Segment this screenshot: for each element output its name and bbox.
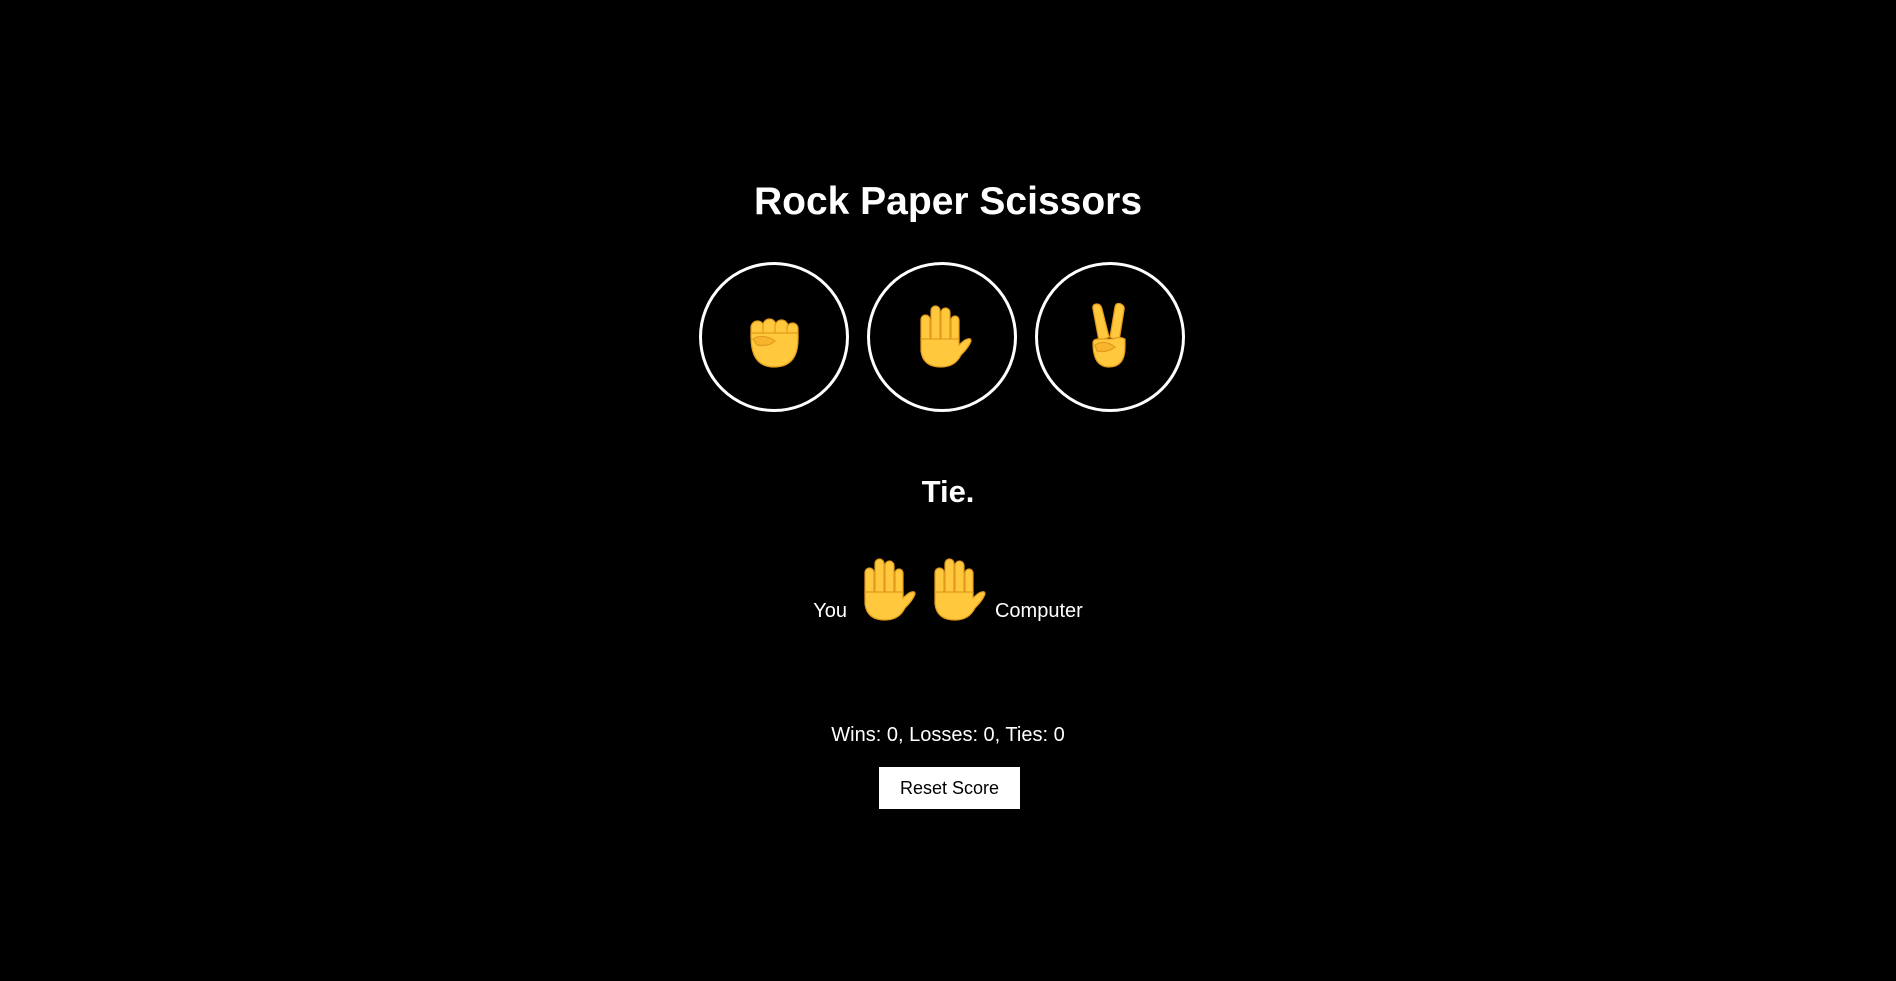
you-label: You xyxy=(813,600,847,622)
reset-score-button[interactable]: Reset Score xyxy=(879,767,1020,809)
paper-button[interactable] xyxy=(867,262,1017,412)
computer-label: Computer xyxy=(994,600,1083,622)
page-title: Rock Paper Scissors xyxy=(753,180,1143,223)
raised-fist-icon xyxy=(743,303,805,371)
rock-button[interactable] xyxy=(699,262,849,412)
choice-buttons xyxy=(0,262,1890,412)
score-text: Wins: 0, Losses: 0, Ties: 0 xyxy=(831,724,1065,746)
moves-display: You Computer xyxy=(0,556,1896,624)
scissors-button[interactable] xyxy=(1035,262,1185,412)
result-text: Tie. xyxy=(921,474,975,509)
raised-hand-icon xyxy=(855,556,917,624)
raised-hand-icon xyxy=(911,303,973,371)
raised-hand-icon xyxy=(925,556,987,624)
victory-hand-icon xyxy=(1079,303,1141,371)
game-page: Rock Paper Scissors Tie. You Computer Wi… xyxy=(0,0,1896,981)
